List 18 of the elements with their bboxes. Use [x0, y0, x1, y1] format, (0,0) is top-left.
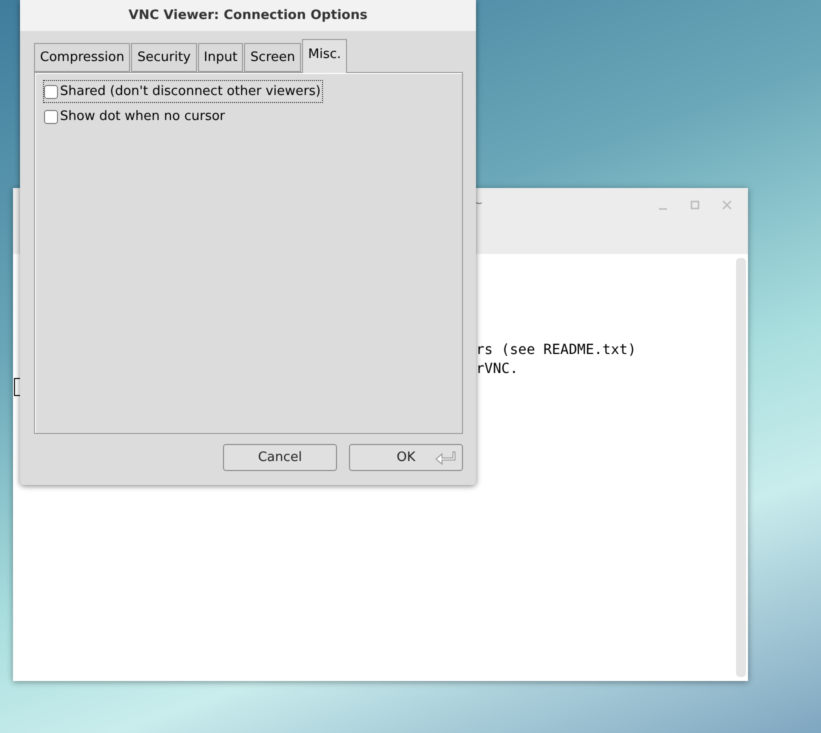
terminal-text: rVNC. — [476, 360, 518, 376]
return-key-icon — [435, 450, 457, 466]
maximize-icon[interactable] — [690, 200, 700, 210]
tab[interactable]: Input — [198, 43, 244, 72]
tab[interactable]: Compression — [34, 43, 130, 72]
scrollbar[interactable] — [736, 258, 746, 677]
checkbox-option[interactable]: Show dot when no cursor — [44, 106, 226, 127]
checkbox[interactable] — [44, 110, 58, 124]
checkbox[interactable] — [44, 84, 58, 98]
tab[interactable]: Misc. — [302, 39, 348, 73]
terminal-text: rs (see README.txt) — [476, 342, 636, 358]
checkbox-option[interactable]: Shared (don't disconnect other viewers) — [44, 81, 322, 102]
window-title: VNC Viewer: Connection Options — [20, 0, 476, 31]
default-button[interactable]: OK — [349, 444, 463, 471]
tab[interactable]: Security — [131, 43, 197, 72]
button[interactable]: Cancel — [223, 444, 337, 471]
close-icon[interactable] — [722, 200, 732, 210]
tab[interactable]: Screen — [244, 43, 302, 72]
